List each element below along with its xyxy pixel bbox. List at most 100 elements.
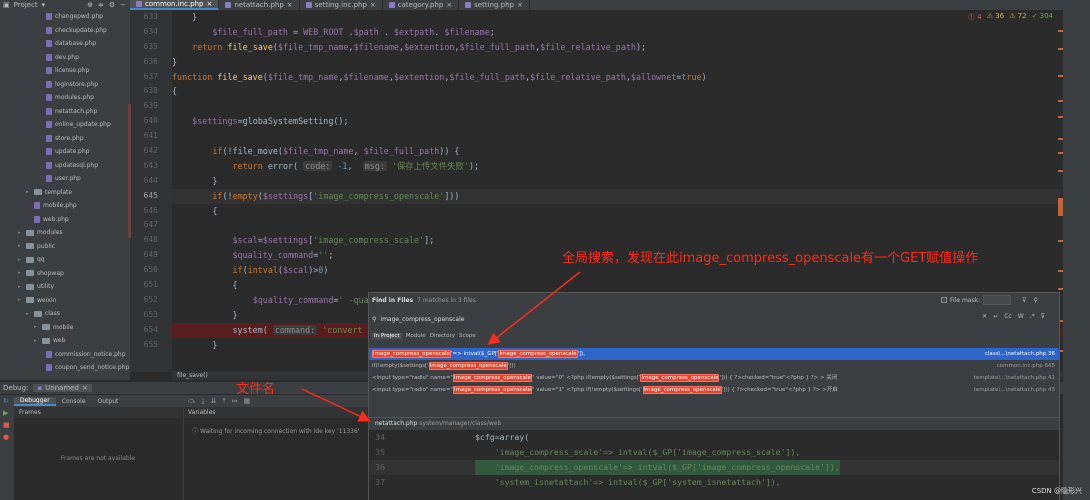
project-panel-header[interactable]: ▣ Project ▾ ⊕ ≑ ⚙ − [0, 0, 130, 10]
debug-tab[interactable]: Output [92, 398, 125, 405]
filter-icon[interactable]: ⊽ [1041, 313, 1045, 320]
tree-folder[interactable]: ▸ class [0, 307, 130, 321]
collapse-icon[interactable]: ≑ [98, 1, 104, 9]
tree-file[interactable]: coupon_send_notice.php [0, 361, 130, 375]
gear-icon[interactable]: ⚙ [109, 1, 115, 9]
force-step-into-icon[interactable]: ⇊ [211, 397, 217, 405]
run-to-cursor-icon[interactable]: ↦ [232, 397, 238, 405]
find-in-files-popup[interactable]: Find in Files 7 matches in 3 files File … [368, 292, 1060, 500]
tree-file[interactable]: updatesql.php [0, 159, 130, 173]
rerun-icon[interactable]: ↻ [0, 395, 14, 407]
search-result-row[interactable]: <input type="radio" name="image_compress… [369, 384, 1059, 396]
scope-option[interactable]: Directory [430, 333, 455, 339]
tree-file[interactable]: mobile.php [0, 199, 130, 213]
tree-file[interactable]: changepwd.php [0, 10, 130, 24]
chevron-right-icon[interactable]: ▸ [34, 324, 39, 330]
scope-option[interactable]: In Project [372, 333, 402, 339]
step-into-icon[interactable]: ⤓ [201, 397, 204, 406]
evaluate-icon[interactable]: ▦ [243, 397, 250, 405]
editor-tab[interactable]: common.inc.php × [130, 0, 220, 10]
chevron-right-icon[interactable]: ▸ [18, 257, 23, 263]
inspection-widget[interactable]: ⓵ 4 ⚠ 36 ⚠ 72 ✓ 304 [968, 12, 1053, 22]
chevron-right-icon[interactable]: ▸ [26, 189, 31, 195]
find-preview[interactable]: 34 $cfg=array(35 'image_compress_scale'=>… [369, 430, 1059, 500]
chevron-right-icon[interactable]: ▸ [18, 284, 23, 290]
tree-folder[interactable]: ▸ weixin [0, 294, 130, 308]
tree-folder[interactable]: ▸ template [0, 186, 130, 200]
editor-tab[interactable]: setting.php × [459, 0, 530, 10]
code-line: function file_save($file_tmp_name,$filen… [172, 71, 707, 82]
tree-file[interactable]: online_update.php [0, 118, 130, 132]
file-mask-checkbox[interactable] [941, 297, 947, 303]
close-icon[interactable]: × [287, 1, 293, 9]
tree-folder[interactable]: ▸ public [0, 240, 130, 254]
tree-folder[interactable]: ▸ shopwap [0, 267, 130, 281]
search-result-row[interactable]: if(!empty($settings['image_compress_open… [369, 360, 1059, 372]
step-out-icon[interactable]: ⤒ [222, 397, 225, 406]
step-over-icon[interactable]: ⤼ [188, 397, 195, 406]
chevron-down-icon[interactable]: ▾ [42, 1, 46, 9]
close-icon[interactable]: × [517, 1, 523, 9]
tree-file[interactable]: web.php [0, 213, 130, 227]
breakpoints-icon[interactable]: ● [0, 431, 14, 443]
chevron-right-icon[interactable]: ▸ [26, 311, 31, 317]
scope-option[interactable]: Scope [459, 333, 476, 339]
debug-session-tab[interactable]: ▪ Unnamed × [33, 384, 92, 392]
search-result-row[interactable]: image_compress_openscale'=> intval($_GP[… [369, 348, 1059, 360]
tree-item-label: web [53, 337, 66, 345]
pin-icon[interactable]: ⚲ [1034, 297, 1038, 304]
file-mask-input[interactable] [983, 295, 1012, 305]
find-option[interactable]: .* [1030, 313, 1035, 320]
tree-file[interactable]: commission_notice.php [0, 348, 130, 362]
close-icon[interactable]: × [82, 384, 88, 392]
find-option[interactable]: W [1018, 313, 1024, 320]
editor-tab[interactable]: setting.inc.php × [300, 0, 383, 10]
tree-folder[interactable]: ▸ utility [0, 280, 130, 294]
tree-file[interactable]: license.php [0, 64, 130, 78]
chevron-right-icon[interactable]: ▸ [34, 338, 39, 344]
tree-file[interactable]: database.php [0, 37, 130, 51]
search-result-row[interactable]: <input type="radio" name="image_compress… [369, 372, 1059, 384]
scope-option[interactable]: Module [406, 333, 426, 339]
close-icon[interactable]: × [207, 0, 213, 8]
tree-file[interactable]: modules.php [0, 91, 130, 105]
chevron-right-icon[interactable]: ▸ [18, 243, 23, 249]
folder-icon [26, 229, 34, 236]
tree-file[interactable]: dev.php [0, 51, 130, 65]
chevron-right-icon[interactable]: ▸ [18, 230, 23, 236]
tree-item-label: web.php [43, 215, 69, 223]
find-search-field[interactable]: ⚲ image_compress_openscale [369, 313, 1059, 325]
close-icon[interactable]: ✕ [982, 313, 987, 320]
tree-file[interactable]: update.php [0, 145, 130, 159]
stop-icon[interactable]: ■ [0, 419, 14, 431]
tree-file[interactable]: store.php [0, 132, 130, 146]
chevron-right-icon[interactable]: ▸ [18, 297, 23, 303]
locate-icon[interactable]: ⊕ [87, 1, 93, 9]
match-highlight: image_compress_openscale [372, 350, 452, 358]
tree-folder[interactable]: ▸ qq [0, 253, 130, 267]
tree-file[interactable]: checkupdate.php [0, 24, 130, 38]
tree-folder[interactable]: ▸ mobile [0, 321, 130, 335]
filter-icon[interactable]: ⊽ [1022, 297, 1026, 304]
preview-line-code: 'system_isnetattach'=> intval($_GP['syst… [475, 477, 781, 487]
chevron-right-icon[interactable]: ▸ [18, 270, 23, 276]
find-option[interactable]: Cc [1004, 313, 1012, 320]
close-icon[interactable]: × [370, 1, 376, 9]
debug-tab[interactable]: Console [56, 398, 92, 405]
tree-file[interactable]: loginstore.php [0, 78, 130, 92]
error-count: ⓵ 4 [968, 13, 982, 21]
editor-tab[interactable]: category.php × [383, 0, 460, 10]
tree-folder[interactable]: ▸ web [0, 334, 130, 348]
minimize-icon[interactable]: − [120, 1, 126, 9]
tree-file[interactable]: netattach.php [0, 105, 130, 119]
php-file-icon [34, 215, 40, 223]
new-line-icon[interactable]: ↵ [993, 313, 998, 320]
tree-folder[interactable]: ▸ modules [0, 226, 130, 240]
resume-icon[interactable]: ▶ [0, 407, 14, 419]
close-icon[interactable]: × [446, 1, 452, 9]
tree-file[interactable]: user.php [0, 172, 130, 186]
editor-tab[interactable]: netattach.php × [219, 0, 300, 10]
debug-tab[interactable]: Debugger [14, 396, 56, 406]
line-number: 642 [143, 146, 158, 156]
